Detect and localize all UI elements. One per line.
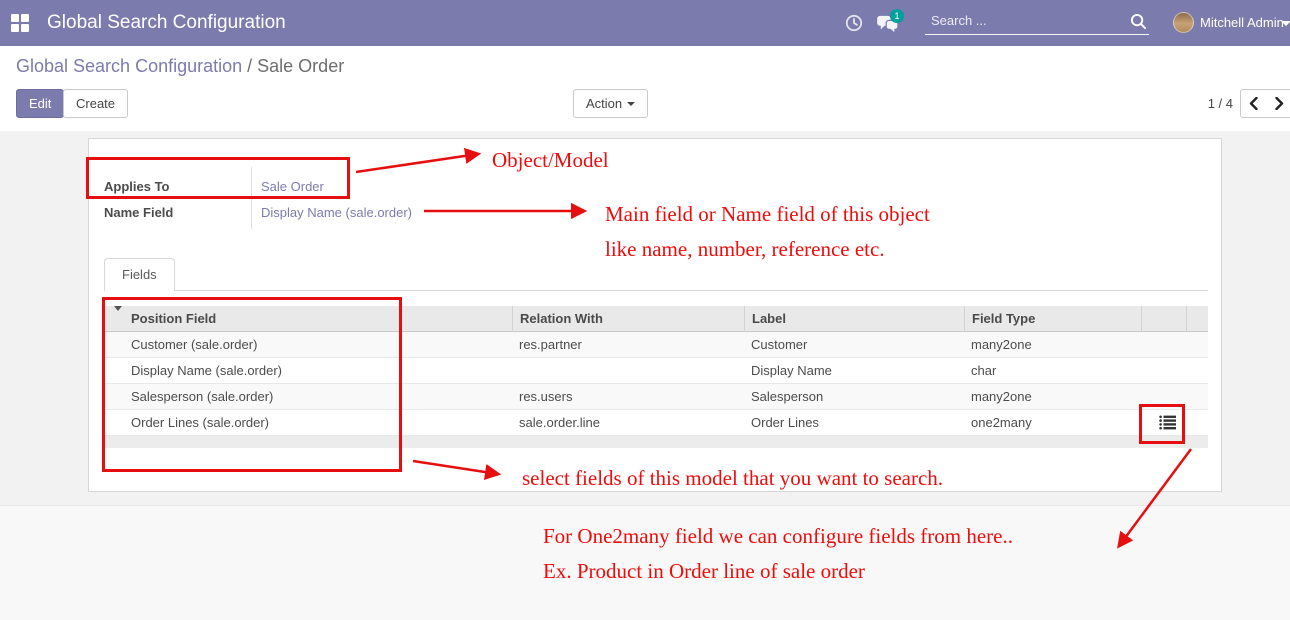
user-menu-caret-icon xyxy=(1281,21,1290,26)
annotation-select-fields: select fields of this model that you wan… xyxy=(522,466,943,491)
table-footer-strip xyxy=(104,436,1208,448)
action-dropdown-button[interactable]: Action xyxy=(573,89,648,118)
annotation-one2many-2: Ex. Product in Order line of sale order xyxy=(543,559,865,584)
global-search-box xyxy=(925,9,1149,35)
table-row[interactable]: Order Lines (sale.order) sale.order.line… xyxy=(104,410,1208,436)
cell-position-field: Display Name (sale.order) xyxy=(124,363,512,378)
annotation-object-model: Object/Model xyxy=(492,148,609,173)
tab-fields[interactable]: Fields xyxy=(104,258,175,291)
cell-position-field: Salesperson (sale.order) xyxy=(124,389,512,404)
form-viewport: Applies To Sale Order Name Field Display… xyxy=(0,131,1290,505)
field-label-name-field: Name Field xyxy=(104,205,173,220)
cell-field-type: many2one xyxy=(964,389,1141,404)
fields-table: Position Field Relation With Label Field… xyxy=(104,306,1208,448)
pager-next-button[interactable] xyxy=(1266,89,1290,118)
field-label-applies-to: Applies To xyxy=(104,179,169,194)
action-label: Action xyxy=(586,96,622,111)
chevron-left-icon xyxy=(1249,97,1258,110)
form-sheet: Applies To Sale Order Name Field Display… xyxy=(88,138,1222,492)
header-end-column xyxy=(1186,306,1208,332)
cell-field-type: char xyxy=(964,363,1141,378)
field-value-name-field[interactable]: Display Name (sale.order) xyxy=(261,205,412,220)
cell-label: Order Lines xyxy=(744,415,964,430)
edit-button[interactable]: Edit xyxy=(16,89,64,118)
sort-caret-cell[interactable] xyxy=(104,306,124,332)
pager-value: 1 / 4 xyxy=(1185,89,1233,118)
cell-position-field: Customer (sale.order) xyxy=(124,337,512,352)
table-row[interactable]: Customer (sale.order) res.partner Custom… xyxy=(104,332,1208,358)
sort-caret-icon xyxy=(114,306,122,311)
annotation-one2many-1: For One2many field we can configure fiel… xyxy=(543,524,1013,549)
cell-relation-with: sale.order.line xyxy=(512,415,744,430)
cell-label: Customer xyxy=(744,337,964,352)
chevron-right-icon xyxy=(1275,97,1284,110)
annotation-name-field-1: Main field or Name field of this object xyxy=(605,202,930,227)
cell-position-field: Order Lines (sale.order) xyxy=(124,415,512,430)
field-separator-line xyxy=(251,167,252,229)
cell-label: Salesperson xyxy=(744,389,964,404)
cell-field-type: one2many xyxy=(964,415,1141,430)
user-avatar[interactable] xyxy=(1173,12,1194,33)
apps-menu-icon[interactable] xyxy=(11,14,29,32)
breadcrumb-current: Sale Order xyxy=(257,56,344,76)
one2many-config-list-icon[interactable] xyxy=(1159,415,1176,430)
header-field-type[interactable]: Field Type xyxy=(964,306,1141,332)
activities-clock-icon[interactable] xyxy=(845,14,863,32)
cell-label: Display Name xyxy=(744,363,964,378)
field-value-applies-to[interactable]: Sale Order xyxy=(261,179,324,194)
odoo-window: Global Search Configuration 1 Mitchell A… xyxy=(0,0,1290,620)
create-button[interactable]: Create xyxy=(63,89,128,118)
table-row[interactable]: Display Name (sale.order) Display Name c… xyxy=(104,358,1208,384)
cell-relation-with: res.partner xyxy=(512,337,744,352)
cell-relation-with: res.users xyxy=(512,389,744,404)
search-input[interactable] xyxy=(925,13,1130,30)
table-row[interactable]: Salesperson (sale.order) res.users Sales… xyxy=(104,384,1208,410)
action-caret-icon xyxy=(627,102,635,106)
breadcrumb-parent-link[interactable]: Global Search Configuration xyxy=(16,56,242,76)
user-menu[interactable]: Mitchell Admin xyxy=(1200,0,1284,46)
header-relation-with[interactable]: Relation With xyxy=(512,306,744,332)
breadcrumb: Global Search Configuration / Sale Order xyxy=(16,56,344,77)
annotation-name-field-2: like name, number, reference etc. xyxy=(605,237,885,262)
table-body: Customer (sale.order) res.partner Custom… xyxy=(104,332,1208,448)
breadcrumb-separator: / xyxy=(242,56,257,76)
messages-count-badge: 1 xyxy=(890,9,904,23)
search-icon[interactable] xyxy=(1130,13,1147,30)
header-icon-column xyxy=(1141,306,1186,332)
top-navbar: Global Search Configuration 1 Mitchell A… xyxy=(0,0,1290,46)
header-label[interactable]: Label xyxy=(744,306,964,332)
pager-previous-button[interactable] xyxy=(1240,89,1267,118)
cell-field-type: many2one xyxy=(964,337,1141,352)
header-position-field[interactable]: Position Field xyxy=(124,306,512,332)
app-title: Global Search Configuration xyxy=(47,0,286,46)
table-header-row: Position Field Relation With Label Field… xyxy=(104,306,1208,332)
notebook-divider xyxy=(104,290,1208,291)
